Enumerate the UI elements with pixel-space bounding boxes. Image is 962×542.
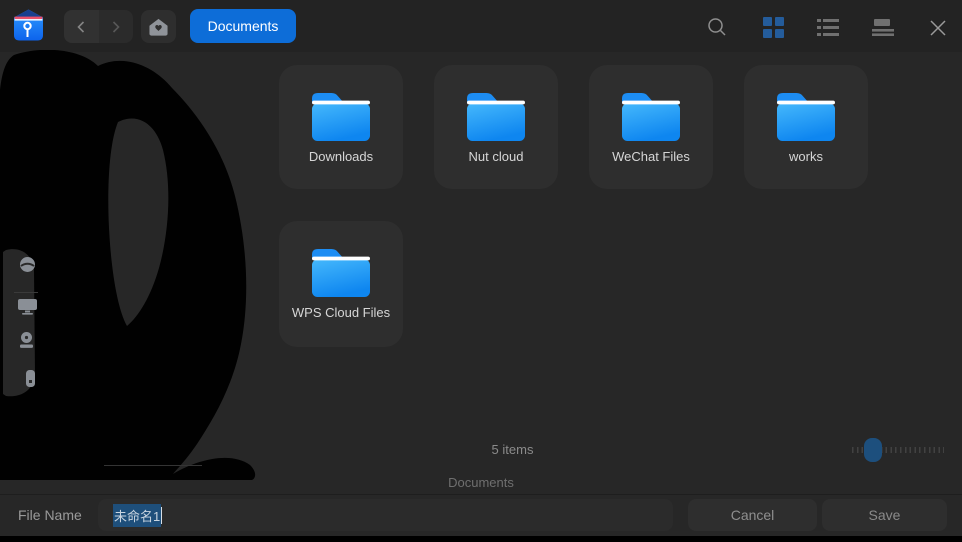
current-path-label: Documents — [448, 475, 514, 490]
folder-icon — [464, 89, 528, 143]
folder-name: works — [789, 149, 823, 164]
breadcrumb-label: Documents — [207, 18, 279, 34]
history-nav-group — [64, 10, 133, 43]
home-button[interactable] — [141, 10, 176, 43]
file-name-label: File Name — [18, 507, 82, 523]
close-icon — [930, 20, 946, 36]
chevron-left-icon — [77, 20, 85, 33]
disk-icon[interactable] — [19, 332, 35, 349]
cancel-button-label: Cancel — [730, 507, 775, 523]
items-count: 5 items — [491, 442, 534, 457]
file-name-selected-text: 未命名1 — [113, 503, 162, 527]
sidebar-bottom-line — [104, 465, 202, 466]
cancel-button[interactable]: Cancel — [688, 499, 817, 531]
disc-icon[interactable] — [19, 256, 36, 273]
drive-icon[interactable] — [26, 370, 35, 387]
folder-name: WPS Cloud Files — [291, 305, 391, 320]
icon-size-slider[interactable] — [852, 438, 944, 462]
home-icon — [149, 18, 168, 36]
folder-tile-nut-cloud[interactable]: Nut cloud — [434, 65, 558, 189]
folder-tile-downloads[interactable]: Downloads — [279, 65, 403, 189]
grid-view-button[interactable] — [762, 16, 784, 38]
list-view-button[interactable] — [817, 16, 839, 38]
folder-tile-works[interactable]: works — [744, 65, 868, 189]
back-button[interactable] — [64, 10, 99, 43]
footer-separator — [0, 494, 962, 495]
list-view-icon — [817, 18, 839, 36]
sidebar-separator — [14, 292, 38, 293]
folder-icon — [774, 89, 838, 143]
computer-icon[interactable] — [18, 299, 37, 315]
folder-icon — [309, 245, 373, 299]
search-icon — [708, 18, 726, 36]
folder-name: WeChat Files — [612, 149, 690, 164]
folder-name: Downloads — [308, 149, 374, 164]
save-button-label: Save — [868, 507, 901, 523]
forward-button[interactable] — [99, 10, 134, 43]
save-file-dialog-window: Documents Downloads Nut cloud WeChat Fil… — [0, 0, 962, 536]
search-button[interactable] — [706, 16, 728, 38]
file-manager-app-icon[interactable] — [10, 7, 47, 44]
detail-view-button[interactable] — [872, 16, 894, 38]
folder-tile-wechat-files[interactable]: WeChat Files — [589, 65, 713, 189]
folder-name: Nut cloud — [468, 149, 524, 164]
folder-tile-wps-cloud-files[interactable]: WPS Cloud Files — [279, 221, 403, 347]
file-name-input[interactable]: 未命名1 — [98, 499, 673, 531]
breadcrumb-documents-button[interactable]: Documents — [190, 9, 296, 43]
chevron-right-icon — [112, 20, 120, 33]
close-window-button[interactable] — [927, 17, 949, 39]
detail-view-icon — [872, 18, 894, 36]
folder-icon — [309, 89, 373, 143]
save-button[interactable]: Save — [822, 499, 947, 531]
text-caret — [161, 506, 163, 524]
titlebar: Documents — [0, 0, 962, 52]
folder-icon — [619, 89, 683, 143]
black-scribble-redaction — [0, 50, 256, 480]
grid-view-icon — [762, 16, 784, 38]
slider-thumb[interactable] — [864, 438, 882, 462]
